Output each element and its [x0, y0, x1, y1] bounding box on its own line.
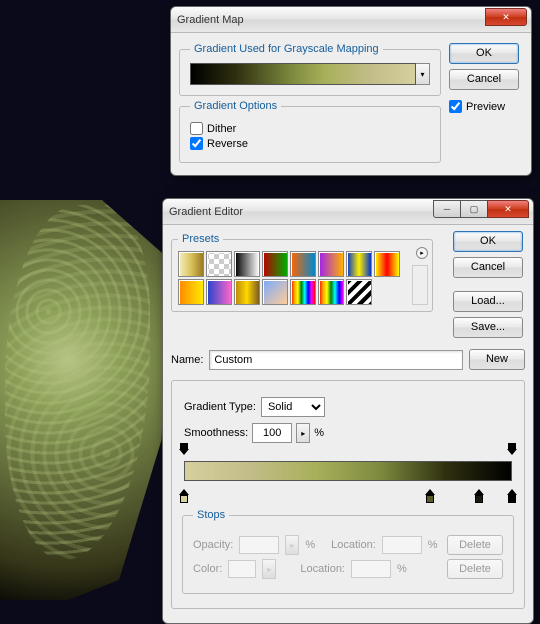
opacity-stop[interactable]: [179, 449, 189, 459]
save-button[interactable]: Save...: [453, 317, 523, 338]
preset-swatch-7[interactable]: [374, 251, 400, 277]
gradient-type-group: Gradient Type: Solid Smoothness: ▸ % Sto…: [171, 380, 525, 609]
gradient-type-select[interactable]: Solid: [261, 397, 325, 417]
reverse-label: Reverse: [207, 138, 248, 150]
opacity-popup-icon: ▸: [285, 535, 299, 555]
options-legend: Gradient Options: [190, 100, 281, 112]
gradient-preview[interactable]: [190, 63, 416, 85]
preset-swatch-4[interactable]: [290, 251, 316, 277]
minimize-button[interactable]: ─: [433, 200, 461, 218]
percent-label: %: [428, 539, 438, 551]
preset-swatch-8[interactable]: [178, 279, 204, 305]
titlebar[interactable]: Gradient Map ✕: [171, 7, 531, 33]
color-stop[interactable]: [507, 491, 517, 501]
preset-swatch-2[interactable]: [234, 251, 260, 277]
dither-input[interactable]: [190, 122, 203, 135]
percent-label: %: [305, 539, 315, 551]
presets-menu-icon[interactable]: ▸: [416, 247, 428, 259]
grayscale-legend: Gradient Used for Grayscale Mapping: [190, 43, 383, 55]
preset-swatch-14[interactable]: [346, 279, 372, 305]
location-label: Location:: [331, 539, 376, 551]
reverse-input[interactable]: [190, 137, 203, 150]
gradient-dropdown-arrow[interactable]: ▾: [416, 63, 430, 85]
dither-checkbox[interactable]: Dither: [190, 122, 430, 135]
color-stop[interactable]: [474, 491, 484, 501]
preview-checkbox[interactable]: Preview: [449, 100, 523, 113]
preset-swatch-5[interactable]: [318, 251, 344, 277]
preset-swatch-1[interactable]: [206, 251, 232, 277]
ok-button[interactable]: OK: [453, 231, 523, 252]
preset-swatch-0[interactable]: [178, 251, 204, 277]
color-location-input: [351, 560, 391, 578]
presets-scrollbar[interactable]: [412, 265, 428, 305]
preset-swatch-6[interactable]: [346, 251, 372, 277]
opacity-stop[interactable]: [507, 449, 517, 459]
preset-swatch-9[interactable]: [206, 279, 232, 305]
preview-input[interactable]: [449, 100, 462, 113]
gradient-editor-bar[interactable]: [184, 451, 512, 491]
opacity-location-input: [382, 536, 422, 554]
preset-swatch-3[interactable]: [262, 251, 288, 277]
presets-group: Presets ▸: [171, 233, 433, 312]
dialog-title: Gradient Map: [177, 14, 244, 26]
gradient-type-label: Gradient Type:: [184, 401, 256, 413]
preset-swatch-13[interactable]: [318, 279, 344, 305]
presets-legend: Presets: [178, 233, 223, 245]
dialog-title: Gradient Editor: [169, 206, 243, 218]
opacity-label: Opacity:: [193, 539, 233, 551]
ok-button[interactable]: OK: [449, 43, 519, 64]
smoothness-input[interactable]: [252, 423, 292, 443]
cancel-button[interactable]: Cancel: [449, 69, 519, 90]
color-label: Color:: [193, 563, 222, 575]
gradient-map-dialog: Gradient Map ✕ Gradient Used for Graysca…: [170, 6, 532, 176]
titlebar[interactable]: Gradient Editor ─ ▢ ✕: [163, 199, 533, 225]
gradient-options-group: Gradient Options Dither Reverse: [179, 100, 441, 163]
color-well: [228, 560, 256, 578]
gradient-bar[interactable]: [184, 461, 512, 481]
cancel-button[interactable]: Cancel: [453, 257, 523, 278]
name-input[interactable]: [209, 350, 463, 370]
grayscale-mapping-group: Gradient Used for Grayscale Mapping ▾: [179, 43, 441, 96]
preset-grid: [178, 251, 402, 305]
close-button[interactable]: ✕: [487, 200, 529, 218]
reverse-checkbox[interactable]: Reverse: [190, 137, 430, 150]
gradient-editor-dialog: Gradient Editor ─ ▢ ✕ OK Cancel Load... …: [162, 198, 534, 624]
opacity-input: [239, 536, 279, 554]
dither-label: Dither: [207, 123, 236, 135]
smoothness-label: Smoothness:: [184, 427, 248, 439]
location-label: Location:: [300, 563, 345, 575]
delete-opacity-stop-button: Delete: [447, 535, 503, 555]
preset-swatch-10[interactable]: [234, 279, 260, 305]
color-stop[interactable]: [425, 491, 435, 501]
maximize-button[interactable]: ▢: [460, 200, 488, 218]
preset-swatch-12[interactable]: [290, 279, 316, 305]
color-stop[interactable]: [179, 491, 189, 501]
load-button[interactable]: Load...: [453, 291, 523, 312]
name-label: Name:: [171, 354, 203, 366]
color-popup-icon: ▸: [262, 559, 276, 579]
stops-group: Stops Opacity: ▸ % Location: % Delete Co…: [182, 509, 514, 594]
background-artwork: [0, 200, 170, 600]
close-button[interactable]: ✕: [485, 8, 527, 26]
percent-label: %: [314, 427, 324, 439]
preset-swatch-11[interactable]: [262, 279, 288, 305]
percent-label: %: [397, 563, 407, 575]
stops-legend: Stops: [193, 509, 229, 521]
smoothness-popup-icon[interactable]: ▸: [296, 423, 310, 443]
new-button[interactable]: New: [469, 349, 525, 370]
delete-color-stop-button: Delete: [447, 559, 503, 579]
preview-label: Preview: [466, 101, 505, 113]
